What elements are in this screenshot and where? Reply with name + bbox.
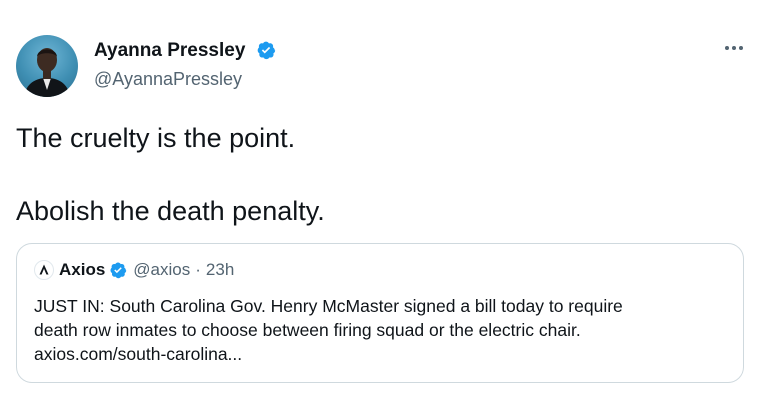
verified-badge-icon [109, 261, 127, 279]
more-options-button[interactable] [722, 38, 746, 58]
avatar-photo [24, 48, 70, 97]
more-horizontal-icon [725, 46, 729, 50]
avatar[interactable] [16, 35, 78, 97]
quoted-timestamp[interactable]: 23h [206, 260, 234, 280]
tweet-text-line: The cruelty is the point. [16, 123, 296, 153]
quoted-link[interactable]: axios.com/south-carolina... [34, 342, 734, 366]
verified-badge-icon [256, 40, 276, 60]
author-handle[interactable]: @AyannaPressley [94, 68, 242, 90]
quoted-tweet-text: JUST IN: South Carolina Gov. Henry McMas… [34, 294, 734, 366]
tweet: Ayanna Pressley @AyannaPressley The crue… [0, 0, 782, 406]
quoted-author-handle[interactable]: @axios [133, 260, 190, 280]
separator-dot: · [195, 260, 201, 279]
quoted-text-line: JUST IN: South Carolina Gov. Henry McMas… [34, 296, 623, 316]
quoted-tweet[interactable]: Axios @axios · 23h JUST IN: South Caroli… [16, 243, 744, 383]
author-name[interactable]: Ayanna Pressley [94, 40, 245, 62]
quoted-text-line: death row inmates to choose between firi… [34, 320, 581, 340]
quoted-author-name[interactable]: Axios [59, 260, 105, 280]
axios-logo-icon [34, 260, 54, 280]
tweet-text-line: Abolish the death penalty. [16, 196, 325, 226]
quoted-tweet-header: Axios @axios · 23h [34, 259, 234, 281]
